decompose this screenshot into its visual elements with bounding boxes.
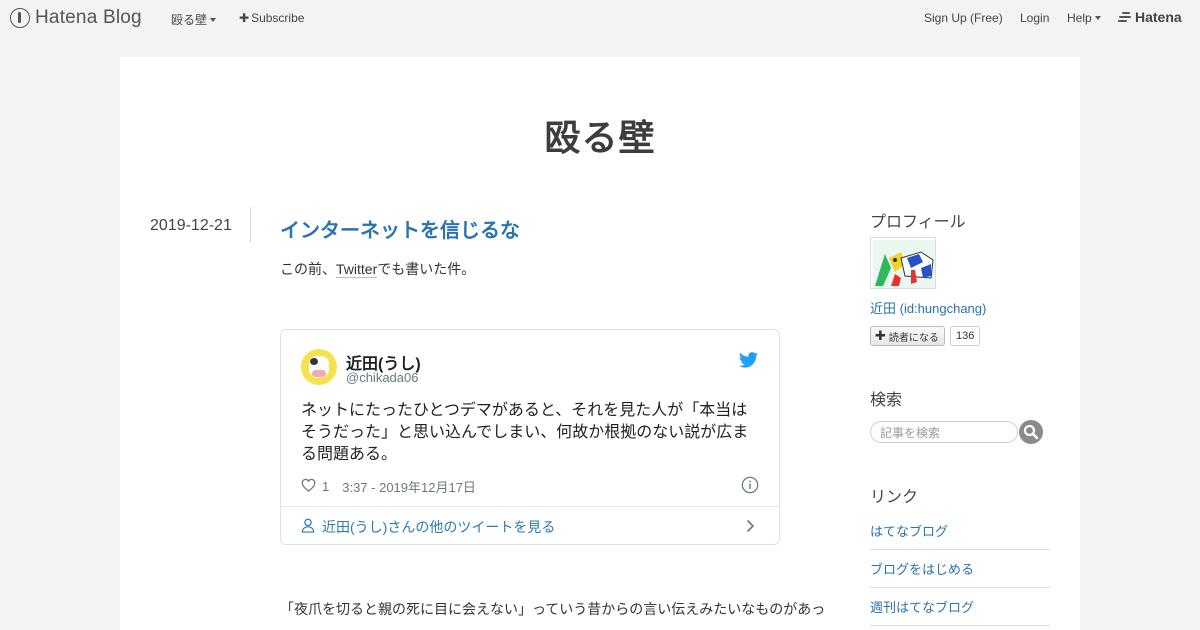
sidebar-link-start-blog[interactable]: ブログをはじめる bbox=[870, 550, 1050, 588]
tweet-author-handle[interactable]: @chikada06 bbox=[346, 370, 418, 385]
entry-intro: この前、Twitterでも書いた件。 bbox=[280, 261, 476, 278]
chevron-right-icon bbox=[746, 519, 755, 538]
entry-date[interactable]: 2019-12-21 bbox=[150, 217, 232, 235]
profile-name-link[interactable]: 近田 (id:hungchang) bbox=[870, 298, 986, 317]
caret-down-icon bbox=[210, 18, 217, 22]
help-label: Help bbox=[1067, 11, 1092, 25]
info-icon[interactable] bbox=[741, 476, 759, 499]
plus-icon: ✚ bbox=[239, 11, 250, 25]
hatena-blog-logo-icon bbox=[10, 8, 30, 28]
tweet-meta: 1 3:37 - 2019年12月17日 bbox=[301, 477, 476, 496]
follow-button[interactable]: ✚ 読者になる bbox=[870, 326, 945, 346]
help-menu[interactable]: Help bbox=[1067, 11, 1101, 25]
tweet-text: ネットにたったひとつデマがあると、それを見た人が「本当はそうだった」と思い込んで… bbox=[301, 402, 749, 463]
caret-down-icon bbox=[1094, 16, 1101, 20]
entry-title[interactable]: インターネットを信じるな bbox=[280, 214, 520, 243]
twitter-keyword-link[interactable]: Twitter bbox=[336, 261, 378, 278]
signup-link[interactable]: Sign Up (Free) bbox=[924, 11, 1003, 25]
blog-page: 殴る壁 2019-12-21 インターネットを信じるな この前、Twitterで… bbox=[120, 57, 1080, 630]
entry-body-text: 「夜爪を切ると親の死に目に会えない」っていう昔からの言い伝えみたいなものがあっ bbox=[280, 601, 826, 617]
profile-image[interactable] bbox=[870, 237, 936, 289]
embedded-tweet: 近田(うし) @chikada06 ネットにたったひとつデマがあると、それを見た… bbox=[280, 329, 780, 545]
tweet-avatar[interactable] bbox=[301, 349, 337, 385]
tweet-like-count: 1 bbox=[322, 479, 330, 494]
follow-label: 読者になる bbox=[888, 332, 939, 344]
tweet-more-link[interactable]: 近田(うし)さんの他のツイートを見る bbox=[301, 517, 555, 537]
tweet-timestamp[interactable]: 3:37 - 2019年12月17日 bbox=[342, 477, 476, 496]
search-heading: 検索 bbox=[870, 392, 903, 409]
login-link[interactable]: Login bbox=[1020, 11, 1049, 25]
blog-name-label: 殴る壁 bbox=[171, 13, 208, 27]
hatena-logo[interactable]: Hatena bbox=[1118, 9, 1182, 25]
person-icon bbox=[301, 518, 315, 536]
hatena-blog-logo[interactable]: Hatena Blog bbox=[10, 7, 142, 29]
heart-icon[interactable] bbox=[301, 478, 316, 495]
blog-title[interactable]: 殴る壁 bbox=[120, 109, 1080, 161]
reader-count-badge[interactable]: 136 bbox=[950, 326, 981, 346]
global-header: Hatena Blog 殴る壁 ✚ Subscribe Sign Up (Free… bbox=[0, 0, 1200, 36]
sidebar-link-hatena-blog[interactable]: はてなブログ bbox=[870, 512, 1050, 550]
subscribe-label: Subscribe bbox=[251, 11, 305, 25]
links-heading: リンク bbox=[870, 489, 919, 506]
blog-name-menu[interactable]: 殴る壁 bbox=[171, 11, 217, 28]
hatena-blog-logo-text: Hatena Blog bbox=[35, 7, 142, 28]
search-input[interactable]: 記事を検索 bbox=[870, 421, 1018, 443]
subscribe-button[interactable]: ✚ Subscribe bbox=[239, 11, 304, 25]
tweet-separator bbox=[281, 506, 779, 507]
sidebar-link-weekly-hatena-blog[interactable]: 週刊はてなブログ bbox=[870, 588, 1050, 626]
hatena-logo-text: Hatena bbox=[1135, 9, 1182, 25]
twitter-bird-icon[interactable] bbox=[739, 352, 758, 373]
links-list: はてなブログ ブログをはじめる 週刊はてなブログ bbox=[870, 512, 1050, 626]
search-icon bbox=[1023, 424, 1039, 440]
hatena-logo-icon bbox=[1118, 12, 1132, 22]
plus-icon: ✚ bbox=[875, 328, 886, 343]
entry-date-divider bbox=[250, 207, 251, 243]
search-button[interactable] bbox=[1019, 420, 1043, 444]
profile-heading: プロフィール bbox=[870, 214, 966, 231]
tweet-more-label: 近田(うし)さんの他のツイートを見る bbox=[322, 519, 556, 535]
